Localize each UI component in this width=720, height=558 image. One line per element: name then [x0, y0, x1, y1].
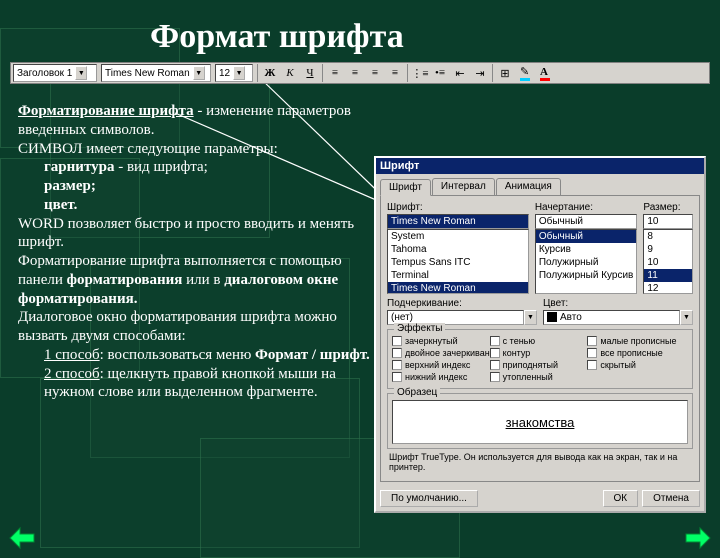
- default-button[interactable]: По умолчанию...: [380, 490, 478, 507]
- cancel-button[interactable]: Отмена: [642, 490, 700, 507]
- text-run: гарнитура: [44, 159, 114, 175]
- decrease-indent-button[interactable]: ⇤: [450, 64, 470, 82]
- preview-group: Образец знакомства: [387, 393, 693, 449]
- prev-slide-button[interactable]: [8, 526, 36, 550]
- checkbox-subscript[interactable]: нижний индекс: [392, 372, 490, 382]
- chevron-down-icon[interactable]: ▼: [524, 310, 537, 325]
- font-input[interactable]: Times New Roman: [387, 214, 529, 229]
- list-item[interactable]: Полужирный: [536, 256, 637, 269]
- effects-group: Эффекты зачеркнутый с тенью малые пропис…: [387, 329, 693, 389]
- checkbox-engrave[interactable]: утопленный: [490, 372, 588, 382]
- align-center-button[interactable]: ≡: [345, 64, 365, 82]
- font-dialog: Шрифт Шрифт Интервал Анимация Шрифт: Tim…: [374, 156, 706, 513]
- text-run: форматирования: [67, 272, 183, 288]
- list-item[interactable]: 11: [644, 269, 692, 282]
- list-item[interactable]: System: [388, 230, 528, 243]
- underline-button[interactable]: Ч: [300, 64, 320, 82]
- size-combo[interactable]: 12 ▼: [215, 64, 253, 82]
- color-label: Цвет:: [543, 298, 693, 309]
- chevron-down-icon[interactable]: ▼: [680, 310, 693, 325]
- checkbox-dblstrike[interactable]: двойное зачеркивание: [392, 348, 490, 358]
- align-left-button[interactable]: ≡: [325, 64, 345, 82]
- list-item[interactable]: Tempus Sans ITC: [388, 256, 528, 269]
- font-combo[interactable]: Times New Roman ▼: [101, 64, 211, 82]
- dialog-note: Шрифт TrueType. Он используется для выво…: [389, 452, 691, 472]
- preview-label: Образец: [394, 387, 440, 398]
- text-run: Диалоговое окно форматирования шрифта мо…: [18, 308, 388, 346]
- align-right-button[interactable]: ≡: [365, 64, 385, 82]
- checkbox-emboss[interactable]: приподнятый: [490, 360, 588, 370]
- chevron-down-icon[interactable]: ▼: [233, 66, 245, 80]
- tab-font[interactable]: Шрифт: [380, 179, 431, 196]
- effects-label: Эффекты: [394, 323, 445, 334]
- text-run: цвет.: [44, 196, 388, 215]
- text-run: 2 способ: [44, 366, 100, 382]
- italic-button[interactable]: К: [280, 64, 300, 82]
- underline-label: Подчеркивание:: [387, 298, 537, 309]
- list-item[interactable]: 8: [644, 230, 692, 243]
- text-run: WORD позволяет быстро и просто вводить и…: [18, 215, 388, 253]
- font-color-button[interactable]: A: [535, 64, 555, 82]
- color-combo[interactable]: Авто ▼: [543, 310, 693, 325]
- font-listbox[interactable]: System Tahoma Tempus Sans ITC Terminal T…: [387, 229, 529, 294]
- ok-button[interactable]: ОК: [603, 490, 639, 507]
- list-item[interactable]: 9: [644, 243, 692, 256]
- checkbox-shadow[interactable]: с тенью: [490, 336, 588, 346]
- font-combo-value: Times New Roman: [105, 68, 190, 79]
- list-item[interactable]: Tahoma: [388, 243, 528, 256]
- checkbox-superscript[interactable]: верхний индекс: [392, 360, 490, 370]
- slide-body-text: Форматирование шрифта - изменение параме…: [18, 102, 388, 402]
- list-item[interactable]: Обычный: [536, 230, 637, 243]
- highlight-color-button[interactable]: ✎: [515, 64, 535, 82]
- text-run: 1 способ: [44, 347, 100, 363]
- checkbox-hidden[interactable]: скрытый: [587, 360, 685, 370]
- list-item[interactable]: Terminal: [388, 269, 528, 282]
- bullet-list-button[interactable]: •≡: [430, 64, 450, 82]
- tab-spacing[interactable]: Интервал: [432, 178, 495, 195]
- text-run: или в: [182, 272, 224, 288]
- checkbox-outline[interactable]: контур: [490, 348, 588, 358]
- list-item[interactable]: Полужирный Курсив: [536, 269, 637, 282]
- checkbox-strikethrough[interactable]: зачеркнутый: [392, 336, 490, 346]
- style-input[interactable]: Обычный: [535, 214, 638, 229]
- color-value: Авто: [543, 310, 680, 325]
- increase-indent-button[interactable]: ⇥: [470, 64, 490, 82]
- chevron-down-icon[interactable]: ▼: [193, 66, 205, 80]
- bold-button[interactable]: Ж: [260, 64, 280, 82]
- slide-title: Формат шрифта: [150, 18, 720, 56]
- dialog-titlebar: Шрифт: [376, 158, 704, 174]
- style-combo-value: Заголовок 1: [17, 68, 72, 79]
- size-listbox[interactable]: 8 9 10 11 12: [643, 229, 693, 294]
- style-combo[interactable]: Заголовок 1 ▼: [13, 64, 97, 82]
- text-run: Формат / шрифт.: [255, 347, 370, 363]
- list-item[interactable]: 10: [644, 256, 692, 269]
- checkbox-smallcaps[interactable]: малые прописные: [587, 336, 685, 346]
- next-slide-button[interactable]: [684, 526, 712, 550]
- list-item[interactable]: Курсив: [536, 243, 637, 256]
- list-item[interactable]: Times New Roman: [388, 282, 528, 294]
- tab-animation[interactable]: Анимация: [496, 178, 561, 195]
- color-value-text: Авто: [560, 312, 582, 323]
- size-combo-value: 12: [219, 68, 230, 79]
- preview-area: знакомства: [392, 400, 688, 444]
- text-run: - вид шрифта;: [114, 159, 207, 175]
- text-run: Форматирование шрифта: [18, 103, 194, 119]
- text-run: размер;: [44, 177, 388, 196]
- text-run: : воспользоваться меню: [100, 347, 255, 363]
- text-run: СИМВОЛ имеет следующие параметры:: [18, 140, 388, 159]
- style-listbox[interactable]: Обычный Курсив Полужирный Полужирный Кур…: [535, 229, 638, 294]
- chevron-down-icon[interactable]: ▼: [75, 66, 87, 80]
- size-label: Размер:: [643, 202, 693, 213]
- list-item[interactable]: 12: [644, 282, 692, 294]
- borders-button[interactable]: ⊞: [495, 64, 515, 82]
- size-input[interactable]: 10: [643, 214, 693, 229]
- font-label: Шрифт:: [387, 202, 529, 213]
- dialog-tabs: Шрифт Интервал Анимация: [380, 178, 700, 195]
- checkbox-allcaps[interactable]: все прописные: [587, 348, 685, 358]
- style-label: Начертание:: [535, 202, 638, 213]
- numbered-list-button[interactable]: ⋮≡: [410, 64, 430, 82]
- formatting-toolbar: Заголовок 1 ▼ Times New Roman ▼ 12 ▼ Ж К…: [10, 62, 710, 84]
- align-justify-button[interactable]: ≡: [385, 64, 405, 82]
